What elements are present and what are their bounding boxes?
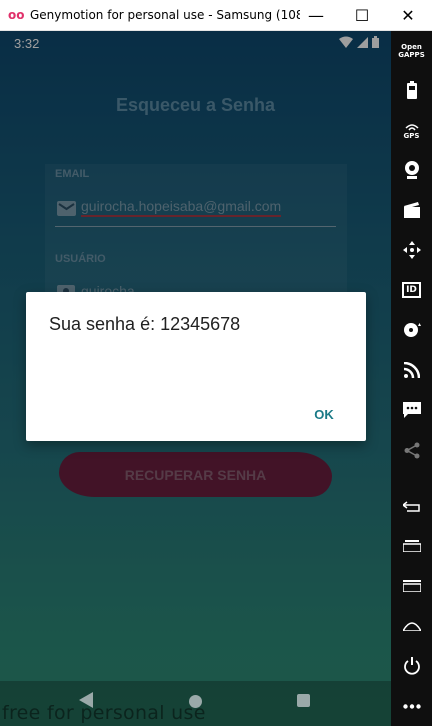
home-icon bbox=[402, 622, 421, 631]
dialog-message: Sua senha é: 12345678 bbox=[49, 314, 241, 334]
power-icon bbox=[403, 657, 420, 675]
gps-icon bbox=[404, 123, 419, 130]
dpad-icon bbox=[402, 241, 421, 259]
watermark-text: free for personal use bbox=[2, 702, 206, 724]
disk-io-icon bbox=[403, 323, 421, 337]
maximize-button[interactable]: ☐ bbox=[339, 0, 385, 31]
webcam-button[interactable] bbox=[391, 159, 432, 181]
network-button[interactable] bbox=[391, 359, 432, 381]
battery-icon bbox=[406, 81, 417, 99]
device-id-button[interactable]: ID bbox=[391, 279, 432, 301]
close-button[interactable]: ✕ bbox=[385, 0, 431, 31]
share-icon bbox=[404, 442, 419, 458]
gps-label: GPS bbox=[403, 131, 420, 140]
open-gapps-icon: Open GAPPS bbox=[398, 43, 425, 59]
disk-io-button[interactable] bbox=[391, 319, 432, 341]
media-button[interactable] bbox=[391, 199, 432, 221]
window-title: Genymotion for personal use - Samsung (1… bbox=[30, 8, 300, 22]
password-dialog: Sua senha é: 12345678 OK bbox=[26, 292, 366, 441]
sms-icon bbox=[402, 401, 421, 418]
share-button[interactable] bbox=[391, 439, 432, 461]
sms-button[interactable] bbox=[391, 399, 432, 421]
device-screen: 3:32 Esqueceu a Senha EMAIL guirocha.hop… bbox=[0, 31, 391, 726]
recents-icon[interactable] bbox=[297, 694, 310, 707]
menu-icon bbox=[402, 580, 421, 592]
gps-button[interactable]: GPS bbox=[391, 119, 432, 143]
device-home-button[interactable] bbox=[391, 615, 432, 637]
genymotion-logo-icon: oo bbox=[8, 8, 25, 22]
power-button[interactable] bbox=[391, 655, 432, 677]
window-titlebar: oo Genymotion for personal use - Samsung… bbox=[0, 0, 432, 31]
more-button[interactable] bbox=[391, 695, 432, 717]
open-gapps-button[interactable]: Open GAPPS bbox=[391, 40, 432, 62]
battery-button[interactable] bbox=[391, 79, 432, 101]
more-icon bbox=[402, 703, 421, 709]
minimize-button[interactable]: — bbox=[293, 0, 339, 31]
recent-apps-icon bbox=[402, 540, 421, 552]
ok-button[interactable]: OK bbox=[302, 400, 346, 428]
back-icon bbox=[402, 501, 420, 512]
genymotion-toolbar: Open GAPPS GPS ID bbox=[391, 31, 432, 726]
device-id-icon: ID bbox=[402, 282, 421, 298]
menu-button[interactable] bbox=[391, 575, 432, 597]
recent-apps-button[interactable] bbox=[391, 535, 432, 557]
media-icon bbox=[403, 202, 420, 218]
device-back-button[interactable] bbox=[391, 495, 432, 517]
network-icon bbox=[403, 362, 420, 378]
dpad-button[interactable] bbox=[391, 239, 432, 261]
webcam-icon bbox=[404, 161, 419, 179]
